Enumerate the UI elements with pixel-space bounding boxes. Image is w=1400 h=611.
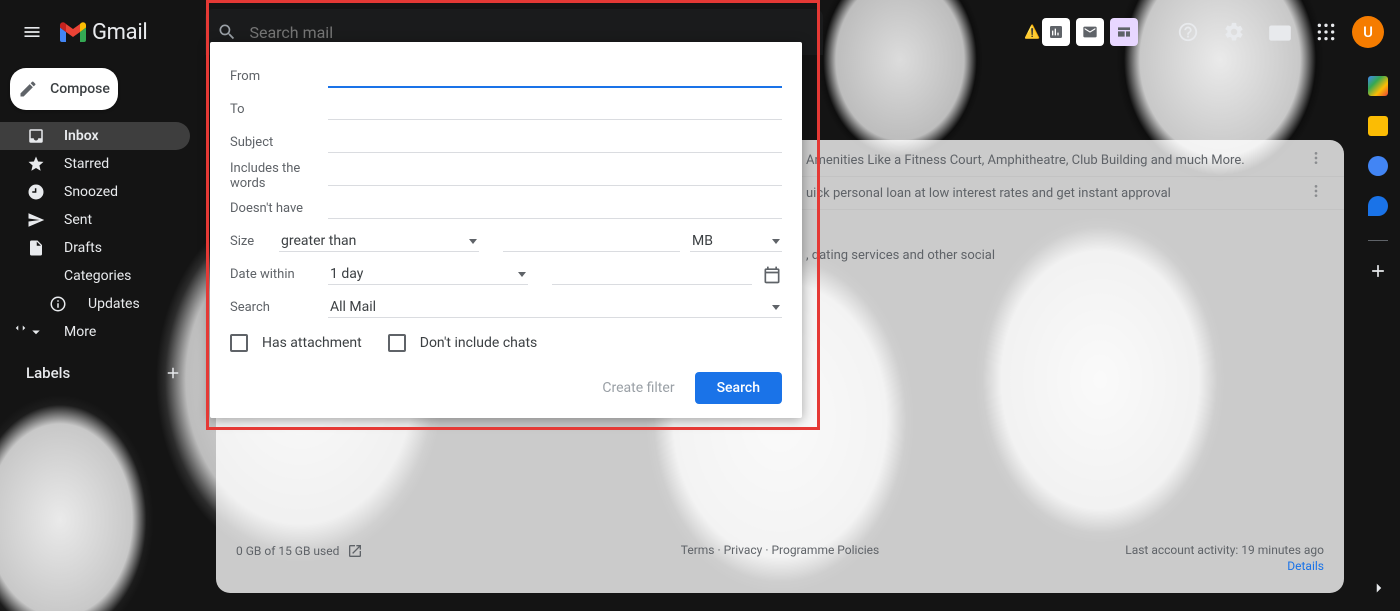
sidebar-item-inbox[interactable]: Inbox <box>0 122 190 150</box>
gmail-logo[interactable]: Gmail <box>60 20 147 45</box>
sidebar-item-label: Categories <box>64 268 131 284</box>
sidebar-item-label: Drafts <box>64 240 102 256</box>
chevron-down-icon <box>469 239 477 244</box>
sidebar-item-categories[interactable]: Categories <box>0 262 190 290</box>
to-label: To <box>230 102 328 117</box>
exclude-chats-label: Don't include chats <box>420 335 538 351</box>
extension-button-2[interactable] <box>1076 18 1104 46</box>
main-menu-button[interactable] <box>8 8 56 56</box>
categories-expand-toggle[interactable] <box>12 323 29 333</box>
search-icon <box>217 22 237 42</box>
footer-policies-link[interactable]: Programme Policies <box>771 543 879 557</box>
file-icon <box>26 239 46 257</box>
date-within-label: Date within <box>230 267 328 282</box>
pencil-icon <box>18 79 38 99</box>
size-operator-select[interactable]: greater than <box>279 231 479 252</box>
search-input[interactable] <box>249 23 811 42</box>
has-attachment-checkbox[interactable]: Has attachment <box>230 334 362 352</box>
doesnt-have-label: Doesn't have <box>230 201 328 216</box>
sidebar-item-label: Updates <box>88 296 140 312</box>
tasks-addon-button[interactable] <box>1368 156 1388 176</box>
footer-details-link[interactable]: Details <box>1125 559 1324 573</box>
notifications-button[interactable] <box>1260 12 1300 52</box>
has-attachment-label: Has attachment <box>262 335 362 351</box>
from-input[interactable] <box>328 66 782 88</box>
size-value-input[interactable] <box>503 232 680 252</box>
checkbox-icon <box>230 334 248 352</box>
hide-side-panel-button[interactable] <box>1370 579 1388 601</box>
includes-input[interactable] <box>328 165 782 186</box>
to-input[interactable] <box>328 99 782 120</box>
mail-snippet: uick personal loan at low interest rates… <box>806 186 1171 201</box>
sidebar-item-label: Snoozed <box>64 184 118 200</box>
add-label-button[interactable] <box>164 364 182 382</box>
subject-input[interactable] <box>328 132 782 153</box>
sidebar-item-label: Sent <box>64 212 92 228</box>
chevron-down-icon <box>772 305 780 310</box>
apps-launcher-button[interactable] <box>1306 12 1346 52</box>
sidebar-item-snoozed[interactable]: Snoozed <box>0 178 190 206</box>
extension-button-3[interactable] <box>1110 18 1138 46</box>
create-filter-button[interactable]: Create filter <box>602 380 674 396</box>
footer-activity-text: Last account activity: 19 minutes ago <box>1125 543 1324 557</box>
search-in-select[interactable]: All Mail <box>328 297 782 318</box>
footer: 0 GB of 15 GB used Terms · Privacy · Pro… <box>216 533 1344 593</box>
labels-header: Labels <box>0 364 200 382</box>
footer-privacy-link[interactable]: Privacy <box>724 543 763 557</box>
chevron-down-icon <box>518 272 526 277</box>
category-snippet: , dating services and other social <box>806 248 995 263</box>
sidebar-item-label: Inbox <box>64 128 99 144</box>
side-panel <box>1356 64 1400 611</box>
star-icon <box>26 155 46 173</box>
rail-separator <box>1368 240 1388 241</box>
support-button[interactable] <box>1168 12 1208 52</box>
send-icon <box>26 211 46 229</box>
sidebar: Compose Inbox Starred Snoozed Sent Draft… <box>0 64 200 611</box>
mail-more-button[interactable] <box>1308 150 1324 170</box>
date-range-select[interactable]: 1 day <box>328 264 528 285</box>
extension-button-1[interactable] <box>1042 18 1070 46</box>
keep-addon-button[interactable] <box>1368 116 1388 136</box>
extension-icons-group: ⚠️ <box>1042 18 1138 46</box>
open-in-new-icon[interactable] <box>347 543 363 559</box>
contacts-addon-button[interactable] <box>1368 196 1388 216</box>
clock-icon <box>26 183 46 201</box>
sidebar-item-drafts[interactable]: Drafts <box>0 234 190 262</box>
account-avatar[interactable]: U <box>1352 16 1384 48</box>
size-unit-select[interactable]: MB <box>690 231 782 252</box>
settings-button[interactable] <box>1214 12 1254 52</box>
mail-snippet: Amenities Like a Fitness Court, Amphithe… <box>806 153 1245 168</box>
storage-text: 0 GB of 15 GB used <box>236 544 339 558</box>
footer-terms-link[interactable]: Terms <box>681 543 715 557</box>
mail-more-button[interactable] <box>1308 183 1324 203</box>
labels-header-text: Labels <box>26 364 70 382</box>
sidebar-item-updates[interactable]: Updates <box>0 290 190 318</box>
compose-button[interactable]: Compose <box>10 68 118 110</box>
doesnt-have-input[interactable] <box>328 198 782 219</box>
from-label: From <box>230 69 328 84</box>
chevron-down-icon <box>26 323 46 341</box>
sidebar-item-starred[interactable]: Starred <box>0 150 190 178</box>
size-label: Size <box>230 234 279 249</box>
search-button[interactable]: Search <box>695 372 782 404</box>
compose-label: Compose <box>50 81 110 97</box>
calendar-addon-button[interactable] <box>1368 76 1388 96</box>
subject-label: Subject <box>230 135 328 150</box>
advanced-search-panel: From To Subject Includes the words Doesn… <box>210 42 802 418</box>
search-in-label: Search <box>230 300 328 315</box>
inbox-icon <box>26 127 46 145</box>
gmail-icon <box>60 22 86 42</box>
extension-warning-icon: ⚠️ <box>1024 25 1040 40</box>
includes-label: Includes the words <box>230 161 328 191</box>
sidebar-item-label: Starred <box>64 156 109 172</box>
sidebar-item-sent[interactable]: Sent <box>0 206 190 234</box>
get-addons-button[interactable] <box>1368 261 1388 281</box>
app-name: Gmail <box>92 20 147 45</box>
info-icon <box>48 295 68 313</box>
sidebar-item-label: More <box>64 324 96 340</box>
checkbox-icon <box>388 334 406 352</box>
chevron-down-icon <box>772 239 780 244</box>
exclude-chats-checkbox[interactable]: Don't include chats <box>388 334 538 352</box>
calendar-picker-button[interactable] <box>762 265 782 285</box>
